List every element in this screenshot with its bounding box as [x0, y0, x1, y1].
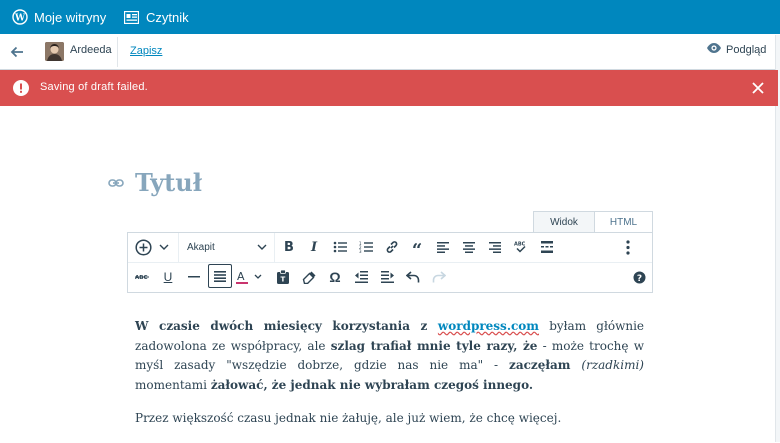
eye-icon: [706, 42, 722, 57]
content-text: momentami: [135, 377, 211, 392]
toolbar-row-primary: Akapit B I 123 “ ABC: [128, 233, 652, 263]
blockquote-icon[interactable]: “: [405, 235, 429, 259]
read-more-icon[interactable]: [535, 235, 559, 259]
masterbar: W Moje witryny Czytnik: [0, 0, 780, 34]
chevron-down-icon: [257, 242, 267, 253]
permalink-icon[interactable]: [108, 176, 124, 194]
content-bold-text: szlag trafiał mnie tyle razy, że: [330, 338, 538, 353]
reader-link[interactable]: Czytnik: [124, 0, 189, 34]
chevron-down-icon[interactable]: [154, 235, 174, 259]
outdent-icon[interactable]: [349, 265, 373, 289]
content-paragraph: W czasie dwóch miesięcy korzystania z wo…: [135, 317, 644, 395]
content-italic-text: (rzadkimi): [581, 358, 644, 372]
back-arrow-icon[interactable]: [7, 42, 27, 62]
my-sites-label: Moje witryny: [34, 9, 107, 25]
svg-text:T: T: [281, 276, 286, 284]
close-icon[interactable]: [751, 81, 765, 95]
numbered-list-icon[interactable]: 123: [354, 235, 378, 259]
format-select-value: Akapit: [187, 242, 215, 253]
content-text: W czasie dwóch miesięcy korzystania z: [135, 319, 438, 333]
top-bar-divider: [117, 37, 118, 67]
preview-button[interactable]: Podgląd: [706, 42, 766, 57]
undo-icon[interactable]: [401, 265, 425, 289]
strikethrough-icon[interactable]: ABC: [130, 265, 154, 289]
site-name[interactable]: Ardeeda: [70, 44, 112, 56]
editor-toolbar: Akapit B I 123 “ ABC ABC U A T Ω ?: [127, 232, 653, 293]
site-avatar: [45, 42, 64, 61]
notice-text: Saving of draft failed.: [40, 81, 148, 93]
preview-label: Podgląd: [726, 43, 767, 56]
align-left-icon[interactable]: [431, 235, 455, 259]
toolbar-row-secondary: ABC U A T Ω ?: [128, 263, 652, 292]
tab-html[interactable]: HTML: [595, 211, 653, 233]
italic-icon[interactable]: I: [302, 235, 326, 259]
content-bold-text: żałować, że jednak nie wybrałam czegoś i…: [210, 377, 534, 392]
underline-icon[interactable]: U: [156, 265, 180, 289]
svg-text:?: ?: [636, 274, 641, 284]
spellcheck-icon[interactable]: ABC: [509, 235, 533, 259]
add-block-icon[interactable]: [131, 235, 155, 259]
redo-icon[interactable]: [427, 265, 451, 289]
bullet-list-icon[interactable]: [328, 235, 352, 259]
reader-label: Czytnik: [146, 9, 189, 25]
bold-icon[interactable]: B: [277, 235, 301, 259]
editor-mode-tabs: Widok HTML: [533, 211, 653, 233]
save-button[interactable]: Zapisz: [130, 45, 162, 57]
justify-icon[interactable]: [208, 264, 232, 288]
my-sites-link[interactable]: W Moje witryny: [12, 0, 106, 34]
wordpress-logo-icon: W: [12, 9, 28, 25]
indent-icon[interactable]: [375, 265, 399, 289]
svg-text:W: W: [14, 14, 26, 24]
format-select[interactable]: Akapit: [178, 233, 275, 262]
link-icon[interactable]: [380, 235, 404, 259]
editor-top-bar: Ardeeda Zapisz Podgląd: [0, 34, 780, 70]
content-paragraph: Przez większość czasu jednak nie żałuję,…: [135, 411, 562, 425]
help-icon[interactable]: ?: [627, 265, 651, 289]
error-icon: [13, 80, 29, 96]
text-color-icon[interactable]: A: [234, 265, 266, 289]
error-notice: Saving of draft failed.: [0, 70, 778, 106]
post-title-input[interactable]: Tytuł: [135, 168, 202, 197]
post-content[interactable]: W czasie dwóch miesięcy korzystania z wo…: [135, 317, 644, 443]
more-options-icon[interactable]: [616, 235, 640, 259]
content-text: [570, 358, 581, 372]
clear-formatting-icon[interactable]: [297, 265, 321, 289]
align-right-icon[interactable]: [483, 235, 507, 259]
special-character-icon[interactable]: Ω: [323, 265, 347, 289]
content-bold-text: zaczęłam: [509, 358, 571, 372]
paste-text-icon[interactable]: T: [271, 265, 295, 289]
horizontal-line-icon[interactable]: [182, 265, 206, 289]
reader-icon: [124, 10, 139, 24]
svg-text:A: A: [237, 270, 245, 283]
tab-visual[interactable]: Widok: [533, 211, 595, 233]
align-center-icon[interactable]: [457, 235, 481, 259]
svg-text:ABC: ABC: [135, 275, 148, 281]
svg-text:3: 3: [359, 249, 362, 253]
content-link[interactable]: wordpress.com: [438, 319, 539, 333]
